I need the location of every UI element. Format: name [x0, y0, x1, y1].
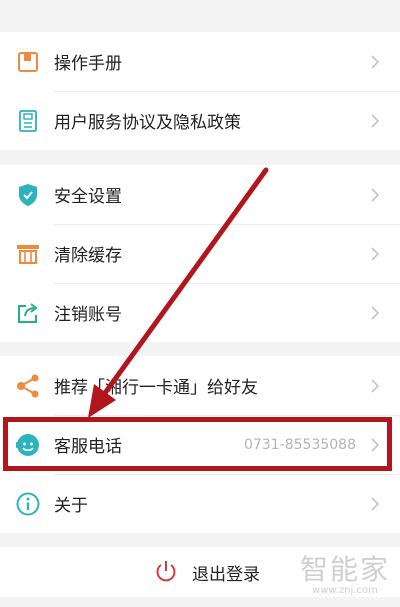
row-recommend[interactable]: 推荐「湘行一卡通」给好友: [0, 356, 400, 415]
row-policy-label: 用户服务协议及隐私政策: [54, 113, 241, 133]
chevron-right-icon: [371, 305, 380, 320]
settings-page: 操作手册 用户服务协议及隐私政策 安全设置 清除缓存 注销账号 推荐「湘行一卡通…: [0, 0, 400, 607]
power-icon: [156, 561, 176, 582]
row-clear-cache-label: 清除缓存: [54, 246, 122, 266]
share-nodes-icon: [16, 374, 40, 398]
manual-book-icon: [16, 50, 40, 74]
document-policy-icon: [16, 109, 40, 133]
watermark-url: www.znj.com: [312, 585, 378, 596]
row-policy[interactable]: 用户服务协议及隐私政策: [0, 91, 400, 150]
row-security-label: 安全设置: [54, 187, 122, 207]
broom-clear-icon: [16, 242, 40, 266]
settings-group-account: 安全设置 清除缓存 注销账号: [0, 165, 400, 342]
row-about-label: 关于: [54, 496, 88, 516]
annotation-highlight-box: [3, 417, 392, 471]
row-cancel-account[interactable]: 注销账号: [0, 283, 400, 342]
row-manual[interactable]: 操作手册: [0, 32, 400, 91]
row-recommend-label: 推荐「湘行一卡通」给好友: [54, 378, 258, 398]
share-out-icon: [16, 301, 40, 325]
watermark-brand: 智能家: [299, 553, 390, 586]
chevron-right-icon: [371, 187, 380, 202]
row-about[interactable]: 关于: [0, 474, 400, 533]
chevron-right-icon: [371, 496, 380, 511]
row-clear-cache[interactable]: 清除缓存: [0, 224, 400, 283]
info-icon: [16, 492, 40, 516]
row-cancel-account-label: 注销账号: [54, 305, 122, 325]
row-manual-label: 操作手册: [54, 54, 122, 74]
chevron-right-icon: [371, 246, 380, 261]
logout-label: 退出登录: [192, 565, 260, 585]
shield-check-icon: [16, 183, 40, 207]
row-security[interactable]: 安全设置: [0, 165, 400, 224]
chevron-right-icon: [371, 54, 380, 69]
settings-group-help: 操作手册 用户服务协议及隐私政策: [0, 32, 400, 150]
watermark-logo: 智能家 www.znj.com: [300, 555, 390, 597]
chevron-right-icon: [371, 378, 380, 393]
chevron-right-icon: [371, 113, 380, 128]
